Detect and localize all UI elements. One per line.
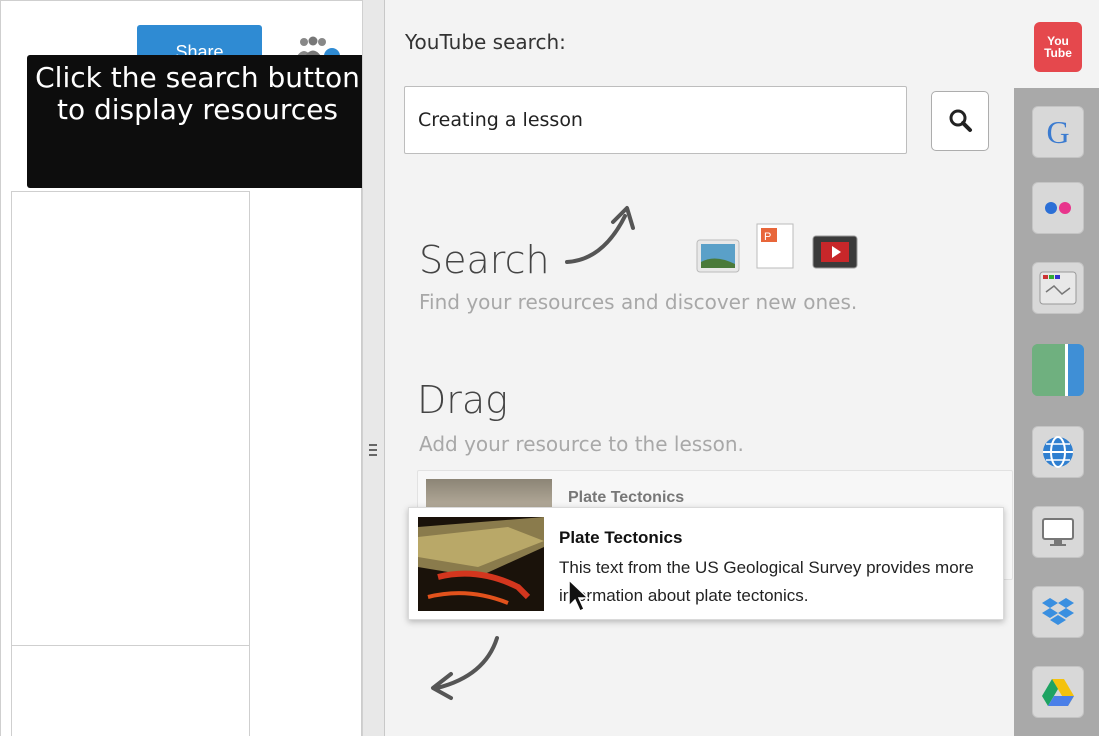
result-title: Plate Tectonics xyxy=(559,528,683,547)
drag-step-description: Add your resource to the lesson. xyxy=(419,432,744,456)
lesson-canvas[interactable] xyxy=(11,191,250,736)
globe-icon[interactable] xyxy=(1032,426,1084,478)
youtube-icon[interactable]: You Tube xyxy=(1034,22,1082,72)
tutorial-tooltip: Click the search button to display resou… xyxy=(27,55,384,188)
result-thumbnail xyxy=(418,517,544,611)
dropbox-icon[interactable] xyxy=(1032,586,1084,638)
search-button[interactable] xyxy=(931,91,989,151)
mouse-cursor-icon xyxy=(567,578,593,619)
result-thumbnail xyxy=(426,479,552,509)
panel-title: YouTube search: xyxy=(405,30,566,54)
dragging-result-card[interactable]: Plate Tectonics This text from the US Ge… xyxy=(408,507,1004,620)
curved-arrow-icon xyxy=(425,632,505,707)
split-view-icon[interactable] xyxy=(1032,344,1084,396)
slideshow-icon[interactable] xyxy=(1032,262,1084,314)
lesson-divider xyxy=(11,645,250,646)
google-letter: G xyxy=(1046,113,1070,150)
file-type-icons: P xyxy=(695,220,865,280)
curved-arrow-icon xyxy=(563,200,643,275)
flickr-icon[interactable] xyxy=(1032,182,1084,234)
search-step-heading: Search xyxy=(419,238,550,282)
drag-step-heading: Drag xyxy=(417,378,508,422)
svg-text:P: P xyxy=(764,231,771,243)
search-input[interactable] xyxy=(404,86,907,154)
google-icon[interactable]: G xyxy=(1032,106,1084,158)
search-step-description: Find your resources and discover new one… xyxy=(419,290,858,314)
monitor-icon[interactable] xyxy=(1032,506,1084,558)
result-description: This text from the US Geological Survey … xyxy=(559,558,974,605)
resource-panel: YouTube search: Search Find your resourc… xyxy=(384,0,1014,736)
source-iconbar: You Tube G xyxy=(1014,0,1099,736)
search-icon xyxy=(949,109,972,132)
drive-icon[interactable] xyxy=(1032,666,1084,718)
drag-handle-icon[interactable] xyxy=(369,444,379,458)
panel-splitter[interactable] xyxy=(362,0,384,736)
result-title: Plate Tectonics xyxy=(568,489,685,506)
